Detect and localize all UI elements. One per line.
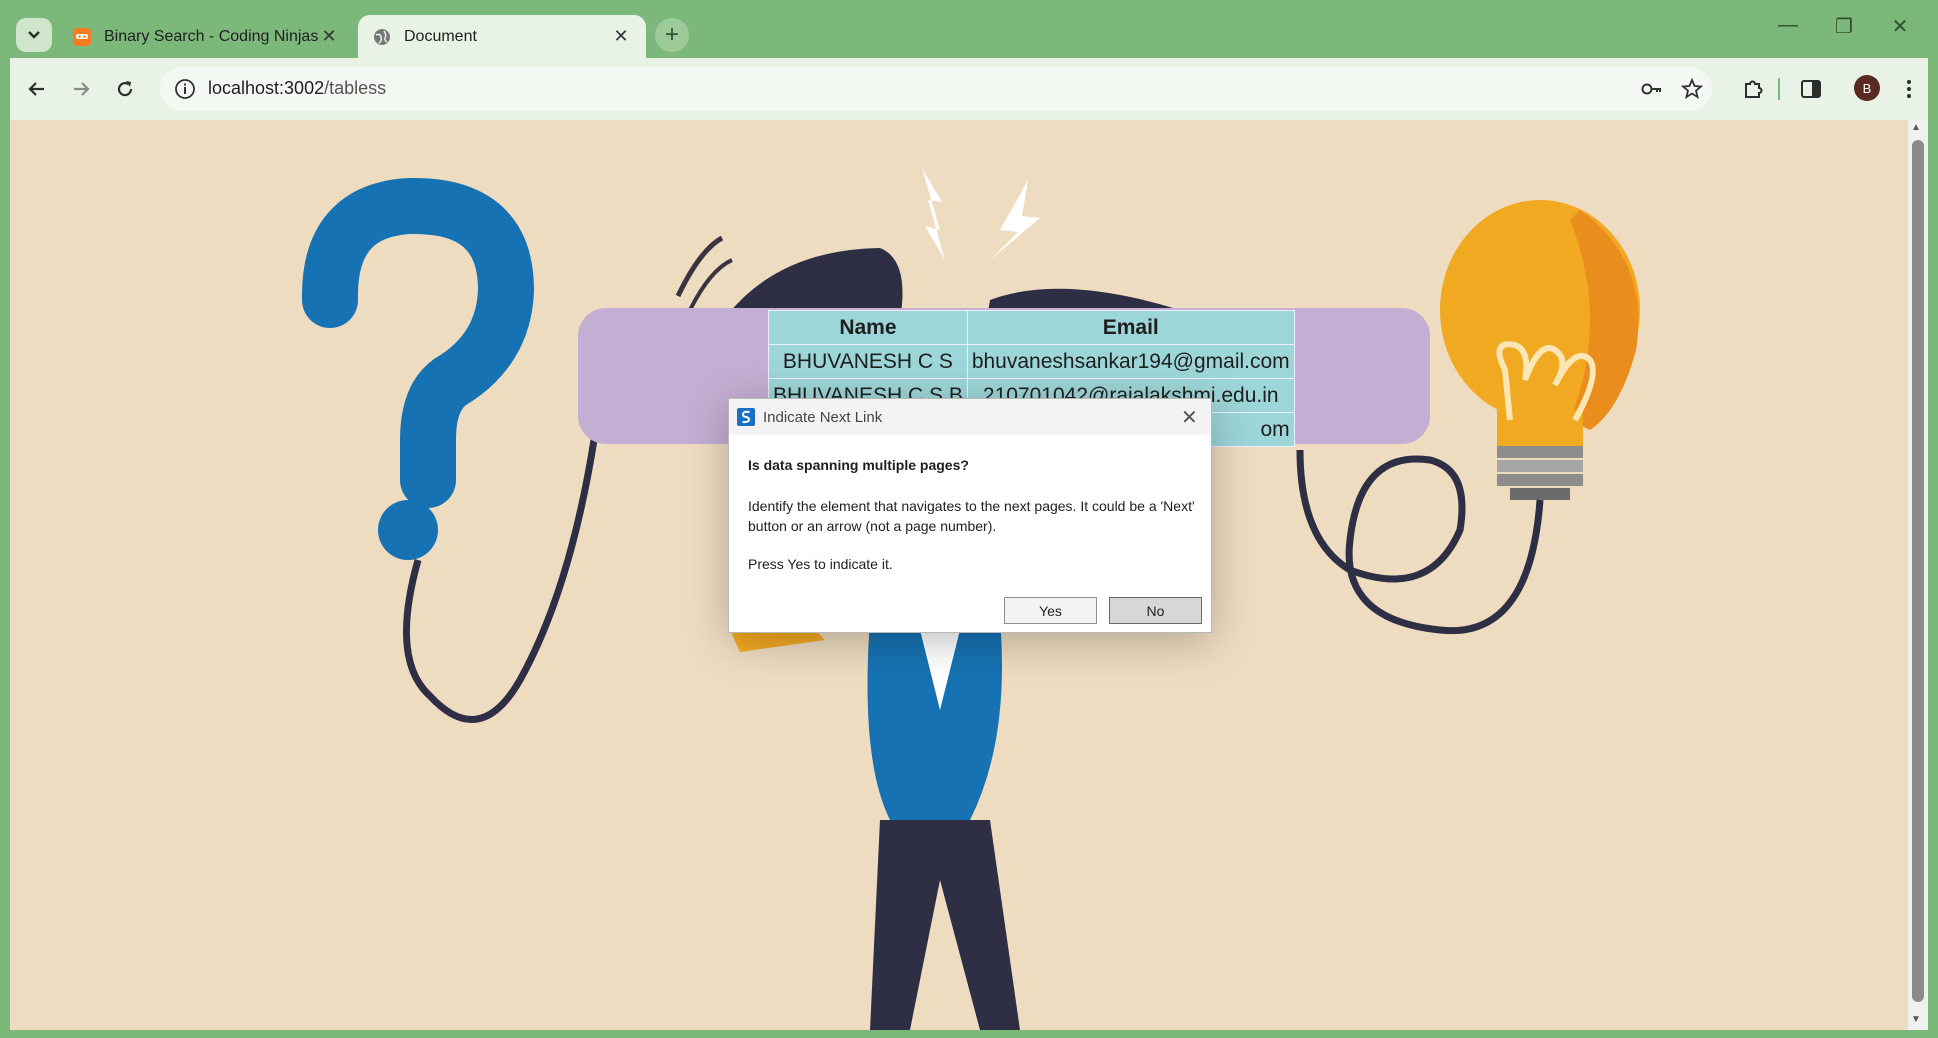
minimize-button[interactable]: — xyxy=(1768,14,1808,37)
page-scrollbar[interactable]: ▲ ▼ xyxy=(1908,120,1928,1030)
dialog-instruction: Press Yes to indicate it. xyxy=(748,556,893,572)
scrollbar-thumb[interactable] xyxy=(1912,140,1924,1002)
dialog-titlebar: Indicate Next Link ✕ xyxy=(729,399,1211,435)
cell-name: BHUVANESH C S xyxy=(768,344,968,379)
scroll-down-arrow-icon[interactable]: ▼ xyxy=(1911,1014,1921,1025)
app-logo-icon xyxy=(737,408,755,426)
yes-button[interactable]: Yes xyxy=(1004,597,1097,624)
key-icon[interactable] xyxy=(1640,77,1664,101)
extensions-icon[interactable] xyxy=(1740,76,1766,102)
tab-binary-search[interactable]: Binary Search - Coding Ninjas ✕ xyxy=(58,15,354,58)
profile-avatar[interactable]: B xyxy=(1854,75,1880,101)
table-row: BHUVANESH C S bhuvaneshsankar194@gmail.c… xyxy=(768,344,1295,379)
close-window-button[interactable]: ✕ xyxy=(1880,14,1920,39)
site-info-icon[interactable] xyxy=(174,78,196,100)
table-header-row: Name Email xyxy=(768,310,1295,345)
browser-window: Binary Search - Coding Ninjas ✕ Document… xyxy=(0,0,1938,1038)
forward-button[interactable] xyxy=(64,72,98,106)
window-bottom-edge xyxy=(0,1030,1938,1038)
browser-toolbar: localhost:3002/tabless B xyxy=(10,58,1928,120)
more-menu-icon[interactable] xyxy=(1896,76,1922,102)
no-button[interactable]: No xyxy=(1109,597,1202,624)
reload-icon xyxy=(117,81,133,97)
tab-close-icon[interactable]: ✕ xyxy=(610,26,632,47)
restore-button[interactable]: ❐ xyxy=(1824,14,1864,39)
indicate-next-link-dialog: Indicate Next Link ✕ Is data spanning mu… xyxy=(728,398,1212,633)
dialog-question: Is data spanning multiple pages? xyxy=(748,457,969,473)
column-header-name: Name xyxy=(768,310,968,345)
star-icon[interactable] xyxy=(1680,77,1704,101)
tab-strip: Binary Search - Coding Ninjas ✕ Document… xyxy=(0,0,1938,58)
side-panel-icon[interactable] xyxy=(1798,76,1824,102)
question-mark-illustration xyxy=(301,177,598,723)
dialog-title: Indicate Next Link xyxy=(763,409,883,426)
column-header-email: Email xyxy=(966,310,1295,345)
address-bar[interactable]: localhost:3002/tabless xyxy=(160,67,1712,111)
plus-icon: + xyxy=(664,21,679,48)
new-tab-button[interactable]: + xyxy=(655,18,689,52)
tab-title: Document xyxy=(404,27,477,45)
arrow-right-icon xyxy=(74,82,90,96)
tab-title: Binary Search - Coding Ninjas xyxy=(104,27,318,45)
toolbar-divider xyxy=(1778,78,1780,100)
url-host: localhost:3002 xyxy=(208,78,325,98)
dialog-close-icon[interactable]: ✕ xyxy=(1181,405,1198,430)
dialog-message: Identify the element that navigates to t… xyxy=(748,498,1195,534)
chevron-down-icon xyxy=(28,31,40,39)
tab-search-button[interactable] xyxy=(16,18,52,52)
coding-ninjas-icon xyxy=(73,27,91,46)
cell-email: bhuvaneshsankar194@gmail.com xyxy=(966,344,1295,379)
reload-button[interactable] xyxy=(108,72,142,106)
tab-document[interactable]: Document ✕ xyxy=(358,15,646,58)
back-button[interactable] xyxy=(20,72,54,106)
globe-icon xyxy=(374,28,390,45)
url-text[interactable]: localhost:3002/tabless xyxy=(208,78,386,99)
url-path: /tabless xyxy=(324,78,387,98)
person-illustration xyxy=(730,620,1020,1030)
arrow-left-icon xyxy=(28,82,44,96)
tab-close-icon[interactable]: ✕ xyxy=(318,26,340,47)
scroll-up-arrow-icon[interactable]: ▲ xyxy=(1911,122,1921,133)
